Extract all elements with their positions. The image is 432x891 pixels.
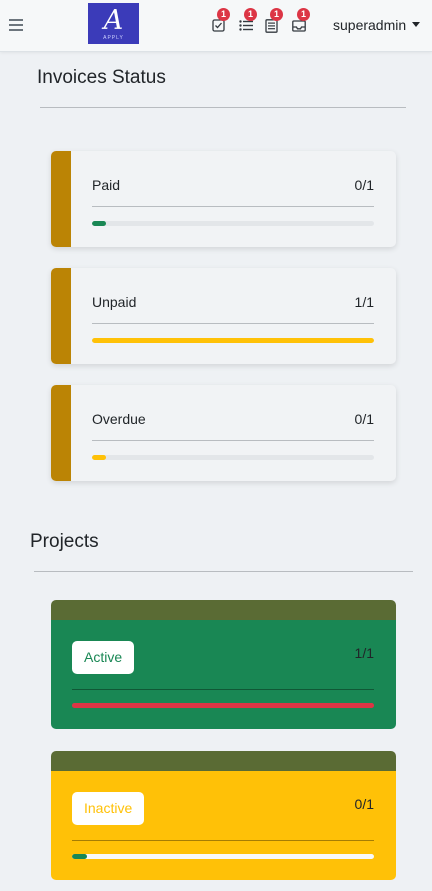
- notification-badge: 1: [217, 8, 230, 21]
- project-status-card[interactable]: Inactive 0/1: [51, 751, 396, 880]
- card-divider: [72, 689, 374, 690]
- caret-down-icon: [412, 22, 421, 27]
- section-divider: [34, 571, 413, 572]
- logo-subtext: APPLY: [103, 35, 124, 41]
- invoice-status-count: 0/1: [354, 177, 374, 193]
- invoice-status-label: Paid: [92, 177, 121, 193]
- document-icon[interactable]: 1: [265, 8, 283, 33]
- invoice-status-count: 1/1: [354, 294, 374, 310]
- list-icon[interactable]: 1: [239, 8, 257, 33]
- card-body: Inactive 0/1: [51, 771, 396, 880]
- progress-track: [72, 854, 374, 859]
- card-accent-bar: [51, 385, 71, 481]
- card-divider: [72, 840, 374, 841]
- tasks-check-icon[interactable]: 1: [212, 8, 230, 33]
- invoices-status-title: Invoices Status: [37, 67, 166, 88]
- hamburger-menu-icon[interactable]: [9, 19, 23, 31]
- invoice-status-card[interactable]: Overdue 0/1: [51, 385, 396, 481]
- card-divider: [92, 440, 374, 441]
- progress-track: [92, 221, 374, 226]
- progress-fill: [72, 854, 88, 859]
- card-body: Active 1/1: [51, 620, 396, 729]
- card-header-band: [51, 751, 396, 771]
- logo-letter: A: [103, 5, 124, 36]
- project-status-count: 0/1: [354, 796, 374, 812]
- section-divider: [40, 107, 406, 108]
- invoice-status-label: Unpaid: [92, 294, 137, 310]
- card-accent-bar: [51, 151, 71, 247]
- invoice-status-count: 0/1: [354, 411, 374, 427]
- progress-track: [92, 455, 374, 460]
- project-status-count: 1/1: [354, 645, 374, 661]
- progress-fill: [72, 703, 374, 708]
- card-accent-bar: [51, 268, 71, 364]
- notification-badge: 1: [244, 8, 257, 21]
- top-navbar: A APPLY 1 1 1 1 superadmin: [0, 0, 432, 52]
- notification-badge: 1: [297, 8, 310, 21]
- card-header-band: [51, 600, 396, 620]
- user-dropdown[interactable]: superadmin: [333, 17, 421, 33]
- project-status-button[interactable]: Inactive: [72, 792, 145, 825]
- invoice-status-label: Overdue: [92, 411, 146, 427]
- notification-badge: 1: [270, 8, 283, 21]
- project-status-button[interactable]: Active: [72, 641, 135, 674]
- app-logo[interactable]: A APPLY: [88, 3, 139, 44]
- invoice-status-card[interactable]: Unpaid 1/1: [51, 268, 396, 364]
- progress-track: [92, 338, 374, 343]
- progress-track: [72, 703, 374, 708]
- projects-title: Projects: [30, 531, 99, 552]
- user-name: superadmin: [333, 17, 407, 33]
- invoice-status-card[interactable]: Paid 0/1: [51, 151, 396, 247]
- progress-fill: [92, 455, 107, 460]
- card-divider: [92, 206, 374, 207]
- inbox-icon[interactable]: 1: [292, 8, 310, 33]
- progress-fill: [92, 338, 374, 343]
- card-divider: [92, 323, 374, 324]
- progress-fill: [92, 221, 107, 226]
- project-status-card[interactable]: Active 1/1: [51, 600, 396, 729]
